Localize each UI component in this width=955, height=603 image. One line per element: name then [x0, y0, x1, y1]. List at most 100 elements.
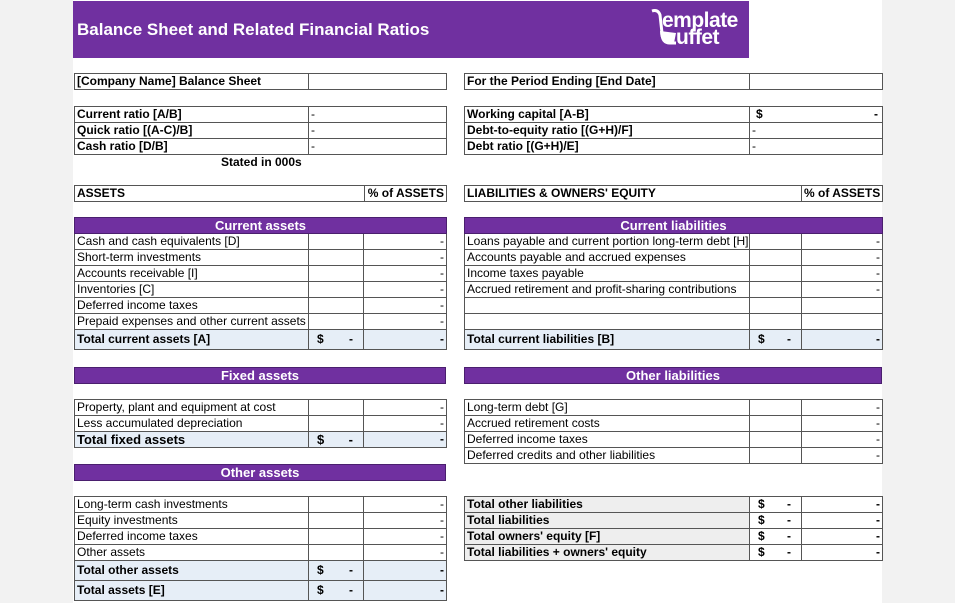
ratio-value[interactable]: $ -: [749, 106, 883, 123]
table-row: Less accumulated depreciation -: [74, 415, 447, 432]
ratio-value[interactable]: -: [749, 138, 883, 155]
currency-symbol: $: [758, 497, 765, 512]
amount-cell[interactable]: [308, 233, 364, 250]
table-row: Accounts payable and accrued expenses -: [464, 249, 884, 266]
assets-heading-table: ASSETS % of ASSETS: [74, 185, 447, 202]
amount: -: [349, 563, 353, 577]
table-row: [464, 313, 884, 330]
ratio-value[interactable]: -: [749, 122, 883, 139]
amount: -: [349, 332, 353, 346]
amount: -: [874, 107, 878, 122]
ratio-row: Current ratio [A/B] -: [74, 106, 447, 123]
row-label[interactable]: [464, 313, 750, 330]
current-assets-table: Current assets Cash and cash equivalents…: [74, 217, 447, 350]
amount-cell[interactable]: [308, 544, 364, 561]
currency-symbol: $: [758, 545, 765, 560]
logo-line-2: uffet: [676, 26, 720, 49]
current-liabilities-title: Current liabilities: [463, 217, 884, 234]
row-label: Property, plant and equipment at cost: [74, 399, 309, 416]
table-row: Deferred credits and other liabilities -: [464, 447, 883, 464]
pct-cell: -: [800, 249, 884, 266]
amount-cell[interactable]: [749, 447, 802, 464]
total-liabilities-label: Total liabilities: [464, 512, 750, 529]
total-liabilities-plus-equity-label: Total liabilities + owners' equity: [464, 544, 750, 561]
ratio-row: Debt ratio [(G+H)/E] -: [464, 138, 883, 155]
amount-cell[interactable]: [308, 281, 364, 298]
amount-cell[interactable]: [749, 233, 802, 250]
total-fixed-assets-label: Total fixed assets: [74, 431, 309, 448]
total-pct: -: [363, 580, 447, 601]
period-end-date-cell[interactable]: [749, 73, 883, 90]
fixed-assets-table: Property, plant and equipment at cost - L…: [74, 399, 447, 448]
table-row: Inventories [C] -: [74, 281, 447, 298]
table-row: Deferred income taxes -: [74, 528, 447, 545]
page-title: Balance Sheet and Related Financial Rati…: [77, 20, 430, 39]
currency-symbol: $: [317, 332, 324, 346]
pct-cell: -: [363, 313, 447, 330]
current-liabilities-table: Current liabilities Loans payable and cu…: [463, 217, 884, 350]
assets-heading: ASSETS: [74, 185, 365, 202]
amount-cell[interactable]: [308, 512, 364, 529]
row-label: Accounts payable and accrued expenses: [464, 249, 750, 266]
amount-cell[interactable]: [749, 399, 802, 416]
amount-cell[interactable]: [308, 297, 364, 314]
liability-totals-table: Total other liabilities $ - - Total liabi…: [464, 496, 883, 561]
row-label[interactable]: [464, 297, 750, 314]
amount-cell[interactable]: [308, 249, 364, 266]
row-label: Income taxes payable: [464, 265, 750, 282]
pct-cell: -: [801, 447, 883, 464]
pct-cell: [800, 297, 884, 314]
amount-cell[interactable]: [308, 313, 364, 330]
ratio-value[interactable]: -: [308, 106, 447, 123]
pct-cell: -: [363, 512, 447, 529]
amount-cell[interactable]: [749, 431, 802, 448]
template-buffet-logo: emplate uffet: [648, 7, 748, 49]
total-pct: -: [801, 544, 883, 561]
amount-cell[interactable]: [308, 415, 364, 432]
currency-symbol: $: [317, 432, 325, 447]
amount-cell[interactable]: [749, 249, 802, 266]
amount-cell[interactable]: [749, 415, 802, 432]
pct-cell: -: [363, 544, 447, 561]
total-amount: $ -: [749, 512, 802, 529]
company-name-cell[interactable]: [308, 73, 447, 90]
total-pct: -: [800, 329, 884, 350]
ratio-row: Cash ratio [D/B] -: [74, 138, 447, 155]
amount-cell[interactable]: [749, 281, 802, 298]
amount-cell[interactable]: [308, 265, 364, 282]
total-pct: -: [801, 512, 883, 529]
row-label: Long-term cash investments: [74, 496, 309, 513]
liabilities-heading: LIABILITIES & OWNERS' EQUITY: [464, 185, 802, 202]
ratio-label: Working capital [A-B]: [464, 106, 750, 123]
ratio-row: Debt-to-equity ratio [(G+H)/F] -: [464, 122, 883, 139]
pct-cell: -: [363, 415, 447, 432]
total-amount: $ -: [749, 329, 802, 350]
amount-cell[interactable]: [308, 496, 364, 513]
amount-cell[interactable]: [308, 399, 364, 416]
total-row: Total owners' equity [F] $ - -: [464, 528, 883, 545]
ratio-value[interactable]: -: [308, 138, 447, 155]
pct-cell: -: [801, 431, 883, 448]
amount-cell[interactable]: [749, 297, 802, 314]
pct-cell: -: [801, 415, 883, 432]
amount-cell[interactable]: [749, 313, 802, 330]
ratio-value[interactable]: -: [308, 122, 447, 139]
table-row: Accrued retirement costs -: [464, 415, 883, 432]
table-row: Prepaid expenses and other current asset…: [74, 313, 447, 330]
pct-cell: -: [363, 249, 447, 266]
row-label: Inventories [C]: [74, 281, 309, 298]
total-assets-label: Total assets [E]: [74, 580, 309, 601]
pct-cell: -: [801, 399, 883, 416]
ratio-label: Current ratio [A/B]: [74, 106, 309, 123]
total-pct: -: [801, 496, 883, 513]
other-liabilities-title: Other liabilities: [464, 367, 882, 384]
row-label: Equity investments: [74, 512, 309, 529]
title-banner: Balance Sheet and Related Financial Rati…: [73, 1, 749, 58]
currency-symbol: $: [758, 529, 765, 544]
amount-cell[interactable]: [308, 528, 364, 545]
other-liabilities-header: Other liabilities: [464, 367, 882, 384]
pct-cell: -: [800, 265, 884, 282]
pct-cell: -: [363, 297, 447, 314]
other-liabilities-table: Long-term debt [G] - Accrued retirement c…: [464, 399, 883, 464]
amount-cell[interactable]: [749, 265, 802, 282]
